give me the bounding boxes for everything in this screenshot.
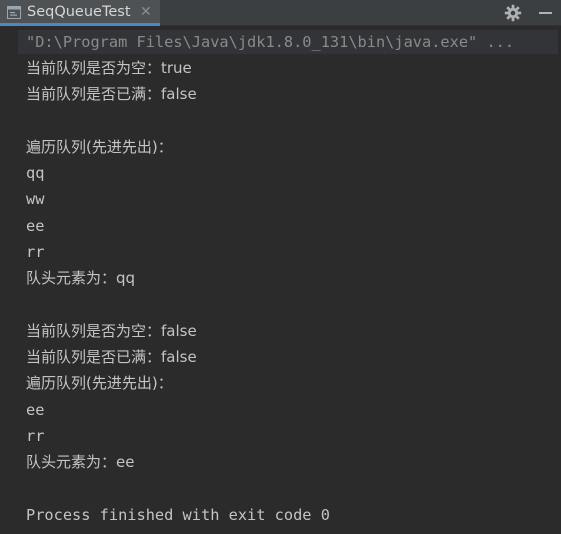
- output-line: 当前队列是否为空：true: [26, 59, 192, 77]
- output-line: ee: [26, 217, 45, 235]
- output-line: 遍历队列(先进先出)：: [26, 374, 173, 392]
- output-line: 队头元素为：ee: [26, 453, 135, 471]
- output-line: 当前队列是否已满：false: [26, 85, 197, 103]
- output-line: 当前队列是否为空：false: [26, 322, 197, 340]
- run-console-icon: [7, 6, 21, 19]
- output-line: rr: [26, 243, 45, 261]
- tab-seqqueuetest[interactable]: SeqQueueTest ✕: [0, 0, 160, 26]
- output-line: 遍历队列(先进先出)：: [26, 138, 173, 156]
- output-line: ee: [26, 401, 45, 419]
- output-line: ww: [26, 190, 45, 208]
- process-finished-line: Process finished with exit code 0: [26, 506, 330, 524]
- gear-icon[interactable]: [504, 4, 522, 22]
- tool-window-header: SeqQueueTest ✕: [0, 0, 561, 26]
- close-icon[interactable]: ✕: [140, 3, 152, 21]
- tab-title: SeqQueueTest: [27, 4, 131, 20]
- run-tool-window: SeqQueueTest ✕ "D:\Program Files\Java\jd…: [0, 0, 561, 534]
- console-output[interactable]: "D:\Program Files\Java\jdk1.8.0_131\bin\…: [0, 26, 561, 534]
- minimize-icon[interactable]: [539, 12, 552, 14]
- output-line: 队头元素为：qq: [26, 269, 136, 287]
- output-line: qq: [26, 164, 45, 182]
- command-line[interactable]: "D:\Program Files\Java\jdk1.8.0_131\bin\…: [26, 32, 514, 52]
- output-line: rr: [26, 427, 45, 445]
- output-line: 当前队列是否已满：false: [26, 348, 197, 366]
